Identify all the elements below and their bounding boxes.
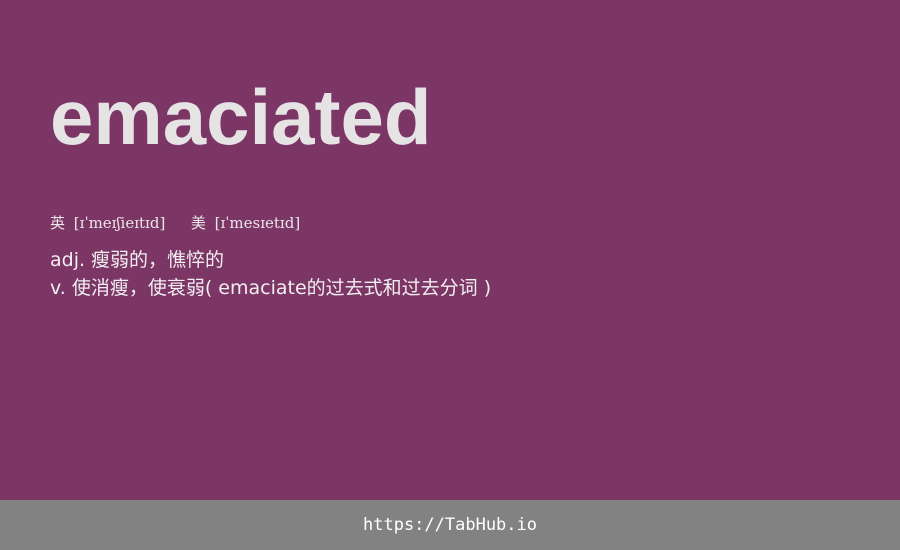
footer-bar: https://TabHub.io — [0, 500, 900, 550]
definitions: adj. 瘦弱的，憔悴的 v. 使消瘦，使衰弱( emaciate的过去式和过去… — [50, 246, 491, 302]
headword: emaciated — [50, 73, 432, 161]
definition-adjective: adj. 瘦弱的，憔悴的 — [50, 249, 225, 271]
phonetics: 英 [ɪˈmeɪʃieɪtɪd] 美 [ɪˈmesɪetɪd] — [50, 212, 300, 233]
tabhub-link[interactable]: https://TabHub.io — [363, 515, 537, 535]
uk-phonetic: [ɪˈmeɪʃieɪtɪd] — [73, 214, 166, 232]
us-phonetic-label: 美 — [190, 214, 206, 232]
definition-verb: v. 使消瘦，使衰弱( emaciate的过去式和过去分词 ) — [50, 277, 492, 299]
uk-phonetic-label: 英 — [50, 214, 66, 232]
word-card: emaciated 英 [ɪˈmeɪʃieɪtɪd] 美 [ɪˈmesɪetɪd… — [0, 0, 900, 500]
us-phonetic: [ɪˈmesɪetɪd] — [214, 214, 301, 232]
